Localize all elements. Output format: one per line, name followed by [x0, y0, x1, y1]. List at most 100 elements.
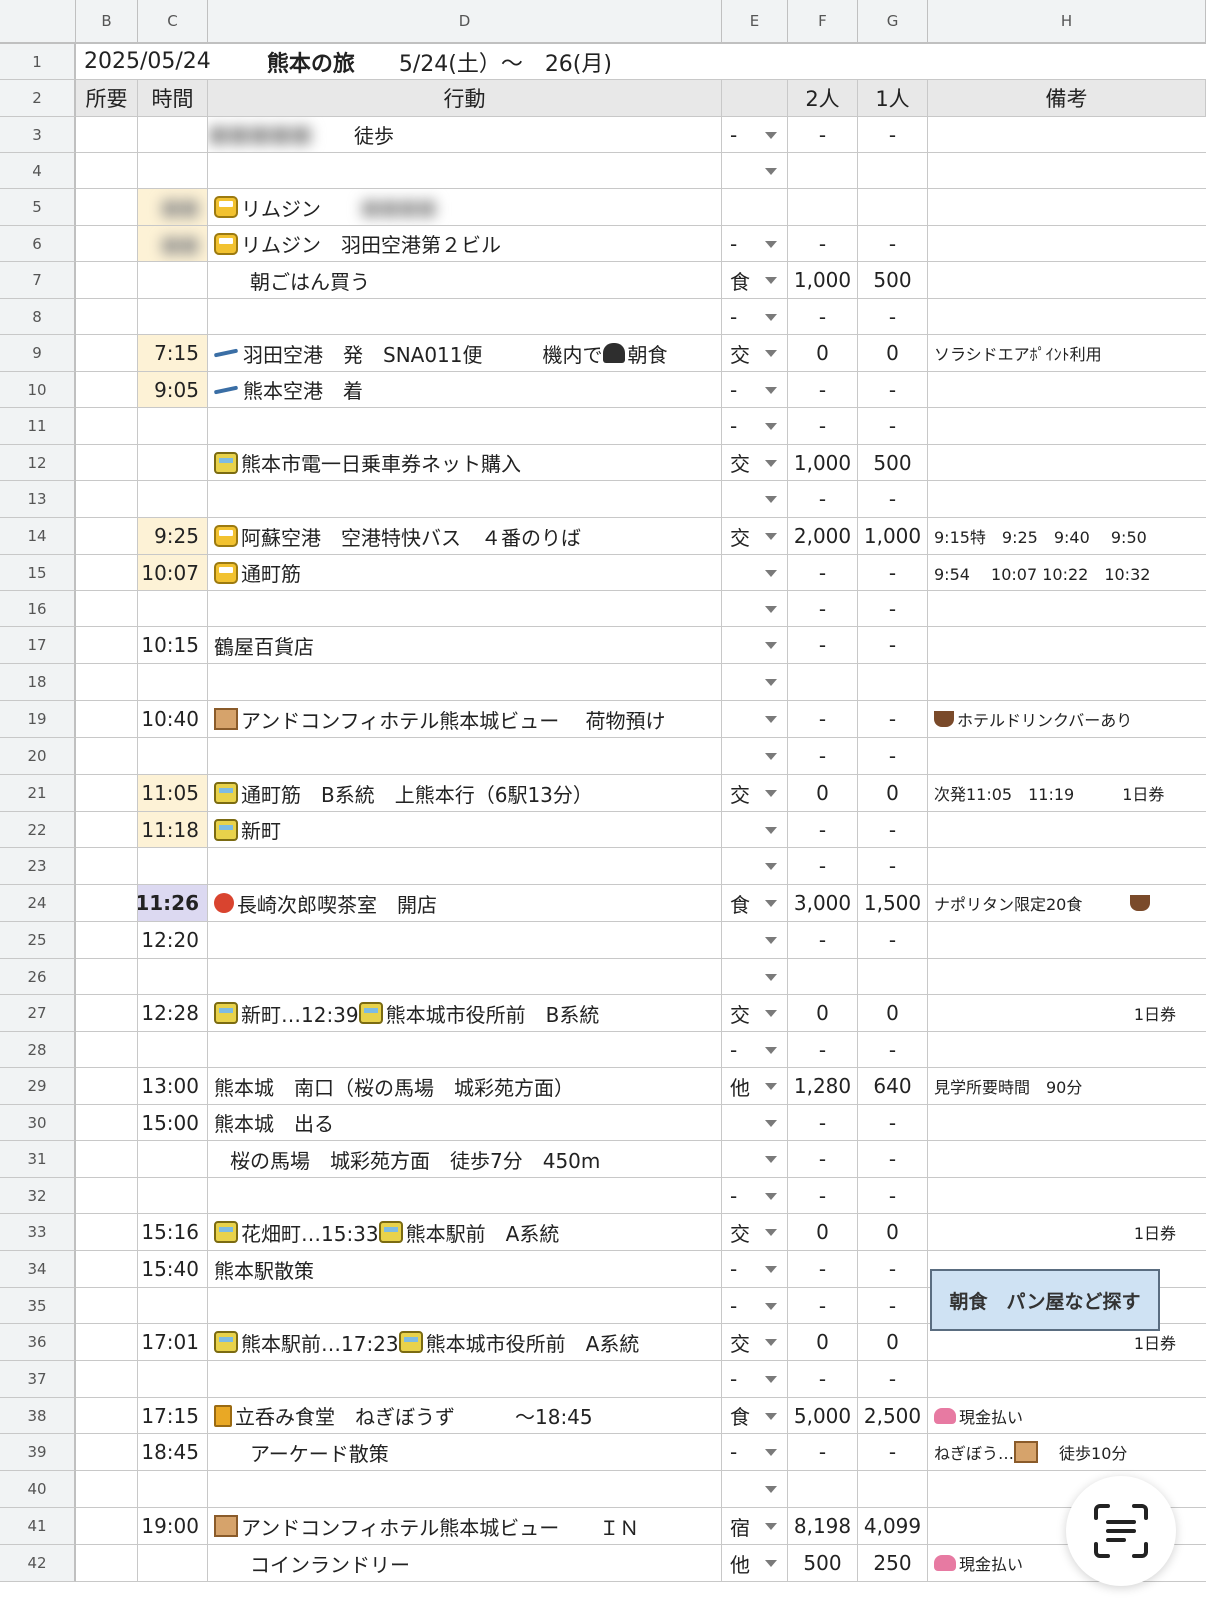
cell-action[interactable]	[208, 1471, 722, 1508]
cell-action[interactable]	[208, 1178, 722, 1214]
cell-cost-one[interactable]: -	[858, 555, 928, 591]
cell-duration[interactable]	[76, 701, 138, 738]
cell-note[interactable]	[928, 1141, 1206, 1178]
cell-action[interactable]: 花畑町…15:33 熊本駅前 A系統	[208, 1214, 722, 1251]
cell-note[interactable]: 1日券	[928, 1214, 1206, 1251]
cell-action[interactable]	[208, 299, 722, 335]
category-dropdown[interactable]	[722, 555, 788, 591]
cell-note[interactable]	[928, 1178, 1206, 1214]
cell-action[interactable]: コインランドリー	[208, 1545, 722, 1582]
cell-duration[interactable]	[76, 117, 138, 153]
cell-note[interactable]	[928, 1032, 1206, 1068]
cell-duration[interactable]	[76, 299, 138, 335]
cell-note[interactable]	[928, 738, 1206, 775]
cell-time[interactable]	[138, 664, 208, 701]
dropdown-arrow-icon[interactable]	[765, 131, 777, 139]
category-dropdown[interactable]	[722, 848, 788, 885]
cell-action[interactable]: アンドコンフィホテル熊本城ビュー 荷物預け	[208, 701, 722, 738]
row-header[interactable]: 18	[0, 664, 76, 701]
dropdown-arrow-icon[interactable]	[765, 1486, 777, 1493]
cell-action[interactable]	[208, 1361, 722, 1398]
cell-action[interactable]: リムジン 羽田空港第２ビル	[208, 226, 722, 262]
dropdown-arrow-icon[interactable]	[765, 1083, 777, 1090]
category-dropdown[interactable]: -	[722, 1178, 788, 1214]
cell-cost-two[interactable]: 1,000	[788, 445, 858, 481]
cell-action[interactable]: 熊本空港 着	[208, 372, 722, 408]
cell-cost-two[interactable]: -	[788, 591, 858, 627]
cell-time[interactable]	[138, 117, 208, 153]
cell-duration[interactable]	[76, 481, 138, 518]
cell-duration[interactable]	[76, 885, 138, 922]
cell-duration[interactable]	[76, 591, 138, 627]
cell-cost-two[interactable]: -	[788, 627, 858, 664]
cell-duration[interactable]	[76, 775, 138, 812]
cell-time[interactable]: ■■	[138, 189, 208, 226]
text-scan-button[interactable]	[1066, 1476, 1176, 1586]
cell-cost-one[interactable]: 640	[858, 1068, 928, 1105]
dropdown-arrow-icon[interactable]	[765, 605, 777, 613]
cell-cost-one[interactable]: -	[858, 408, 928, 445]
cell-action[interactable]: 熊本駅前…17:23 熊本城市役所前 A系統	[208, 1324, 722, 1361]
category-dropdown[interactable]	[722, 738, 788, 775]
category-dropdown[interactable]: 食	[722, 1398, 788, 1434]
cell-note[interactable]	[928, 372, 1206, 408]
category-dropdown[interactable]	[722, 701, 788, 738]
dropdown-arrow-icon[interactable]	[765, 459, 777, 467]
dropdown-arrow-icon[interactable]	[765, 1560, 777, 1567]
category-dropdown[interactable]: -	[722, 408, 788, 445]
cell-cost-one[interactable]: 1,000	[858, 518, 928, 555]
cell-action[interactable]: 新町	[208, 812, 722, 848]
cell-cost-two[interactable]: 8,198	[788, 1508, 858, 1545]
cell-cost-one[interactable]: -	[858, 117, 928, 153]
cell-cost-one[interactable]: 0	[858, 995, 928, 1032]
cell-time[interactable]: 7:15	[138, 335, 208, 372]
cell-note[interactable]: 現金払い	[928, 1398, 1206, 1434]
cell-cost-two[interactable]: 0	[788, 1324, 858, 1361]
row-header[interactable]: 6	[0, 226, 76, 262]
cell-action[interactable]: 立呑み食堂 ねぎぼうず ～18:45	[208, 1398, 722, 1434]
cell-duration[interactable]	[76, 445, 138, 481]
cell-cost-two[interactable]: -	[788, 226, 858, 262]
row-header[interactable]: 2	[0, 80, 76, 117]
cell-cost-one[interactable]: -	[858, 372, 928, 408]
category-dropdown[interactable]	[722, 481, 788, 518]
category-dropdown[interactable]	[722, 664, 788, 701]
column-header-g[interactable]: G	[858, 0, 928, 44]
row-header[interactable]: 13	[0, 481, 76, 518]
category-dropdown[interactable]	[722, 1105, 788, 1141]
cell-duration[interactable]	[76, 1324, 138, 1361]
note-box[interactable]: 朝食 パン屋など探す	[930, 1269, 1160, 1331]
cell-time[interactable]	[138, 1032, 208, 1068]
cell-action[interactable]: 熊本城 南口（桜の馬場 城彩苑方面）	[208, 1068, 722, 1105]
cell-action[interactable]	[208, 1288, 722, 1324]
cell-action[interactable]: 羽田空港 発 SNA011便 機内で 朝食	[208, 335, 722, 372]
cell-cost-one[interactable]: -	[858, 591, 928, 627]
cell-duration[interactable]	[76, 408, 138, 445]
dropdown-arrow-icon[interactable]	[765, 1156, 777, 1163]
cell-time[interactable]	[138, 1288, 208, 1324]
cell-duration[interactable]	[76, 738, 138, 775]
cell-action[interactable]	[208, 922, 722, 959]
cell-time[interactable]	[138, 481, 208, 518]
category-dropdown[interactable]: -	[722, 372, 788, 408]
cell-action[interactable]: 朝ごはん買う	[208, 262, 722, 299]
cell-cost-two[interactable]: -	[788, 481, 858, 518]
cell-time[interactable]: 12:20	[138, 922, 208, 959]
cell-time[interactable]: 12:28	[138, 995, 208, 1032]
cell-action[interactable]: ■■■■■ 徒歩	[208, 117, 722, 153]
row-header[interactable]: 26	[0, 959, 76, 995]
cell-note[interactable]	[928, 481, 1206, 518]
category-dropdown[interactable]	[722, 922, 788, 959]
dropdown-arrow-icon[interactable]	[765, 1302, 777, 1310]
row-header[interactable]: 36	[0, 1324, 76, 1361]
cell-action[interactable]: 新町…12:39 熊本城市役所前 B系統	[208, 995, 722, 1032]
cell-time[interactable]: 13:00	[138, 1068, 208, 1105]
cell-time[interactable]: 19:00	[138, 1508, 208, 1545]
dropdown-arrow-icon[interactable]	[765, 386, 777, 394]
category-dropdown[interactable]: 交	[722, 445, 788, 481]
cell-note[interactable]	[928, 812, 1206, 848]
cell-cost-two[interactable]: -	[788, 848, 858, 885]
cell-action[interactable]	[208, 848, 722, 885]
cell-duration[interactable]	[76, 1032, 138, 1068]
cell-action[interactable]	[208, 738, 722, 775]
